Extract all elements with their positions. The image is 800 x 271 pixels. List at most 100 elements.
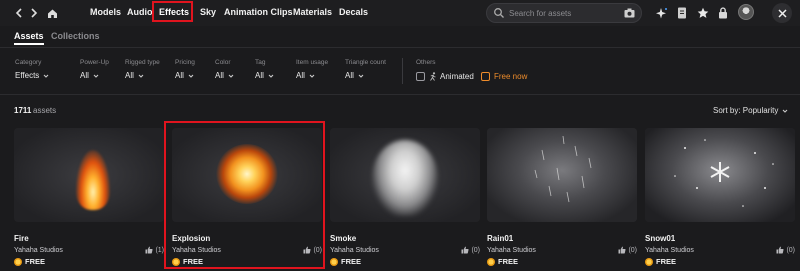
filter-value: Effects	[15, 71, 40, 80]
like-count[interactable]: (1)	[145, 246, 164, 254]
lock-icon[interactable]	[716, 6, 730, 20]
price-value: FREE	[25, 257, 46, 266]
filter-dropdown[interactable]: All	[125, 71, 160, 80]
running-figure-icon	[430, 72, 436, 81]
nav-link-materials[interactable]: Materials	[293, 7, 332, 17]
price-value: FREE	[656, 257, 677, 266]
filter-color[interactable]: Color All	[215, 59, 234, 80]
asset-count: 1711	[14, 106, 32, 115]
asset-thumbnail[interactable]	[487, 128, 637, 222]
coin-icon	[645, 257, 653, 266]
animated-checkbox[interactable]	[416, 72, 425, 81]
nav-link-animation-clips[interactable]: Animation Clips	[224, 7, 293, 17]
like-count-value: (0)	[471, 246, 480, 254]
search-bar[interactable]	[486, 3, 642, 23]
others-label: Others	[416, 59, 436, 66]
divider	[0, 47, 800, 48]
nav-link-models[interactable]: Models	[90, 7, 121, 17]
filter-label: Category	[15, 59, 42, 66]
sort-dropdown[interactable]: Sort by: Popularity	[713, 106, 788, 115]
divider	[0, 94, 800, 95]
home-icon[interactable]	[45, 6, 59, 20]
filter-value: All	[296, 71, 305, 80]
camera-icon[interactable]	[624, 8, 635, 18]
filter-dropdown[interactable]: All	[345, 71, 386, 80]
nav-link-sky[interactable]: Sky	[200, 7, 216, 17]
asset-card-snow01[interactable]: Snow01 Yahaha Studios (0) FREE	[645, 128, 795, 268]
filter-separator	[402, 58, 403, 84]
price-value: FREE	[498, 257, 519, 266]
price-tag: FREE	[645, 257, 676, 266]
price-tag: FREE	[330, 257, 361, 266]
filter-dropdown[interactable]: All	[175, 71, 195, 80]
search-icon	[494, 8, 504, 18]
like-count[interactable]: (0)	[618, 246, 637, 254]
filter-label: Color	[215, 59, 231, 66]
like-count[interactable]: (0)	[776, 246, 795, 254]
filter-label: Power-Up	[80, 59, 109, 66]
asset-title[interactable]: Smoke	[330, 234, 356, 243]
coin-icon	[330, 257, 338, 266]
filter-dropdown[interactable]: All	[255, 71, 274, 80]
smoke-effect-preview	[372, 140, 438, 216]
filter-dropdown[interactable]: Effects	[15, 71, 49, 80]
close-button[interactable]	[772, 3, 792, 23]
like-count-value: (0)	[628, 246, 637, 254]
forward-icon[interactable]	[27, 6, 41, 20]
filter-label: Rigged type	[125, 59, 160, 66]
asset-title[interactable]: Rain01	[487, 234, 513, 243]
filter-dropdown[interactable]: All	[215, 71, 234, 80]
coin-icon	[14, 257, 22, 266]
asset-card-fire[interactable]: Fire Yahaha Studios (1) FREE	[14, 128, 164, 268]
filter-dropdown[interactable]: All	[296, 71, 328, 80]
free-now-label: Free now	[494, 72, 528, 81]
like-count[interactable]: (0)	[461, 246, 480, 254]
asset-creator: Yahaha Studios	[330, 247, 379, 254]
animated-label: Animated	[440, 72, 474, 81]
search-input[interactable]	[509, 6, 613, 20]
free-now-checkbox[interactable]	[481, 72, 490, 81]
filter-value: All	[125, 71, 134, 80]
asset-creator: Yahaha Studios	[14, 247, 63, 254]
filter-triangle-count[interactable]: Triangle count All	[345, 59, 386, 80]
chevron-down-icon	[228, 74, 234, 78]
asset-card-rain01[interactable]: Rain01 Yahaha Studios (0) FREE	[487, 128, 637, 268]
tab-collections[interactable]: Collections	[51, 31, 100, 41]
chevron-down-icon	[93, 74, 99, 78]
filter-value: All	[345, 71, 354, 80]
asset-thumbnail[interactable]	[330, 128, 480, 222]
filter-value: All	[80, 71, 89, 80]
asset-thumbnail[interactable]	[14, 128, 164, 222]
asset-thumbnail[interactable]	[645, 128, 795, 222]
chevron-down-icon	[782, 109, 788, 113]
asset-count-label: assets	[33, 106, 57, 115]
tab-assets[interactable]: Assets	[14, 31, 44, 41]
asset-title[interactable]: Fire	[14, 234, 29, 243]
back-icon[interactable]	[12, 6, 26, 20]
snowflake-icon	[674, 139, 774, 207]
filter-label: Triangle count	[345, 59, 386, 66]
nav-link-audio[interactable]: Audio	[127, 7, 153, 17]
filter-pricing[interactable]: Pricing All	[175, 59, 195, 80]
price-tag: FREE	[487, 257, 518, 266]
filter-value: All	[215, 71, 224, 80]
asset-title[interactable]: Snow01	[645, 234, 675, 243]
avatar[interactable]	[738, 4, 754, 20]
filter-tag[interactable]: Tag All	[255, 59, 274, 80]
asset-card-smoke[interactable]: Smoke Yahaha Studios (0) FREE	[330, 128, 480, 268]
close-icon	[777, 8, 787, 18]
rain-streaks-icon	[534, 135, 592, 203]
ai-sparkle-icon[interactable]	[654, 6, 668, 20]
filter-item-usage[interactable]: Item usage All	[296, 59, 328, 80]
star-icon[interactable]	[696, 6, 710, 20]
filter-dropdown[interactable]: All	[80, 71, 109, 80]
filter-rigged-type[interactable]: Rigged type All	[125, 59, 160, 80]
nav-link-decals[interactable]: Decals	[339, 7, 368, 17]
like-count-value: (1)	[155, 246, 164, 254]
filter-category[interactable]: Category Effects	[15, 59, 49, 80]
chevron-down-icon	[138, 74, 144, 78]
document-icon[interactable]	[675, 6, 689, 20]
thumbs-up-icon	[776, 246, 784, 254]
filter-power-up[interactable]: Power-Up All	[80, 59, 109, 80]
chevron-down-icon	[309, 74, 315, 78]
